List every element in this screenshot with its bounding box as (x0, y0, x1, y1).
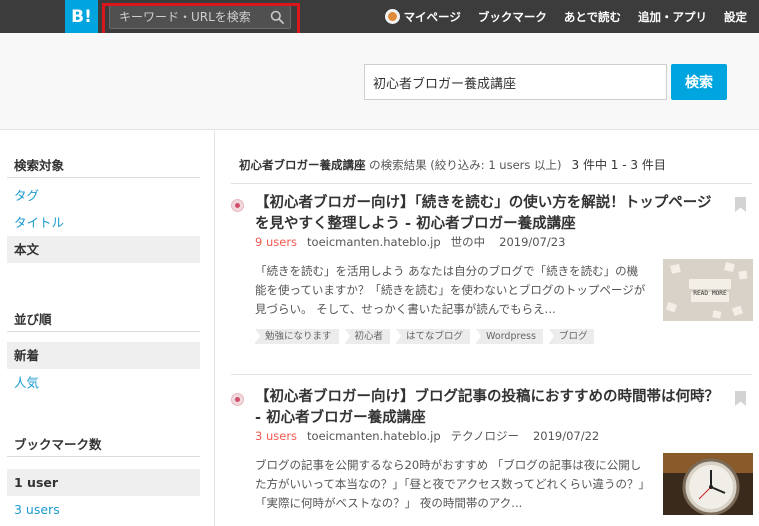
filter-target-title-option[interactable]: タイトル (7, 209, 200, 236)
result-summary: 初心者ブロガー養成講座 の検索結果 (絞り込み: 1 users 以上) 3 件中… (239, 156, 666, 173)
bookmark-count-section: ブックマーク数 1 user 3 users (7, 433, 200, 523)
sidebar: 検索対象 タグ タイトル 本文 並び順 新着 人気 ブックマーク数 1 user… (0, 131, 215, 526)
entry-date: 2019/07/23 (499, 235, 566, 249)
entry-tag[interactable]: Wordpress (476, 329, 543, 344)
site-favicon-icon (231, 199, 244, 212)
entry-date: 2019/07/22 (532, 429, 600, 443)
bookmark-count-3-users[interactable]: 3 users (7, 496, 200, 523)
entry-category-link[interactable]: テクノロジー (451, 429, 519, 443)
filter-target-body[interactable]: 本文 (7, 236, 200, 263)
bookmark-ribbon-icon[interactable] (735, 391, 746, 406)
hatena-bookmark-logo[interactable]: B! (65, 0, 98, 33)
entry-category-link[interactable]: 世の中 (451, 235, 486, 249)
entry-domain-link[interactable]: toeicmanten.hateblo.jp (307, 429, 441, 443)
nav-bookmark[interactable]: ブックマーク (478, 9, 547, 25)
nav-add-app[interactable]: 追加・アプリ (638, 9, 707, 25)
bookmark-count-title: ブックマーク数 (7, 433, 200, 457)
entry-tags: 勉強になります 初心者 はてなブログ Wordpress ブログ (255, 329, 595, 344)
user-avatar-icon (384, 9, 400, 24)
search-button[interactable]: 検索 (671, 64, 727, 100)
result-entry: 【初心者ブロガー向け】ブログ記事の投稿におすすめの時間帯は何時？ - 初心者ブロ… (231, 387, 753, 526)
keyword-search-box (109, 5, 291, 29)
nav-settings[interactable]: 設定 (724, 9, 747, 25)
filter-target-tag[interactable]: タグ (7, 182, 200, 209)
entry-thumbnail[interactable] (663, 453, 753, 515)
keyword-search-input[interactable] (110, 6, 260, 28)
top-bar: B! マイページ ブックマーク あとで読む 追加・アプリ 設定 (0, 0, 759, 33)
entry-title-link[interactable]: 【初心者ブロガー向け】「続きを読む」の使い方を解説！トップページを見やすく整理し… (255, 193, 725, 235)
result-count: 3 件中 1 - 3 件目 (571, 158, 666, 172)
filter-target-title: 検索対象 (7, 154, 200, 178)
entry-tag[interactable]: 初心者 (344, 329, 391, 344)
entry-users-link[interactable]: 9 users (255, 235, 297, 249)
entry-meta: 3 users toeicmanten.hateblo.jp テクノロジー 2019/… (255, 428, 599, 444)
site-favicon-icon (231, 393, 244, 406)
entry-title-link[interactable]: 【初心者ブロガー向け】ブログ記事の投稿におすすめの時間帯は何時？ - 初心者ブロ… (255, 387, 725, 429)
entry-tag[interactable]: はてなブログ (396, 329, 471, 344)
divider (231, 183, 752, 184)
result-suffix: の検索結果 (絞り込み: 1 users 以上) (365, 158, 562, 172)
sort-newest[interactable]: 新着 (7, 342, 200, 369)
divider (231, 374, 752, 375)
search-icon[interactable] (270, 10, 284, 24)
entry-tag[interactable]: ブログ (548, 329, 595, 344)
thumb-read-more-text: READ MORE (693, 290, 727, 297)
entry-domain-link[interactable]: toeicmanten.hateblo.jp (307, 235, 441, 249)
sort-section: 並び順 新着 人気 (7, 308, 200, 396)
entry-description: ブログの記事を公開するなら20時がおすすめ 「ブログの記事は夜に公開した方がいい… (255, 458, 645, 510)
filter-target-section: 検索対象 タグ タイトル 本文 (7, 154, 200, 263)
nav-read-later[interactable]: あとで読む (564, 9, 621, 25)
nav-mypage[interactable]: マイページ (384, 9, 461, 25)
bookmark-ribbon-icon[interactable] (735, 197, 746, 212)
results-panel: 初心者ブロガー養成講座 の検索結果 (絞り込み: 1 users 以上) 3 件中… (215, 131, 759, 526)
search-header: 検索 (0, 33, 759, 130)
sort-title: 並び順 (7, 308, 200, 332)
result-entry: 【初心者ブロガー向け】「続きを読む」の使い方を解説！トップページを見やすく整理し… (231, 193, 753, 373)
entry-meta: 9 users toeicmanten.hateblo.jp 世の中 2019/07/… (255, 234, 565, 250)
nav-mypage-label: マイページ (403, 9, 461, 24)
bookmark-count-1-user[interactable]: 1 user (7, 469, 200, 496)
main-search-input[interactable] (364, 64, 667, 100)
top-nav: マイページ ブックマーク あとで読む 追加・アプリ 設定 (384, 0, 747, 33)
entry-description: 「続きを読む」を活用しよう あなたは自分のブログで「続きを読む」の機能を使ってい… (255, 264, 646, 316)
sort-popular[interactable]: 人気 (7, 369, 200, 396)
entry-users-link[interactable]: 3 users (255, 429, 297, 443)
entry-tag[interactable]: 勉強になります (255, 329, 339, 344)
entry-thumbnail[interactable]: READ MORE (663, 259, 753, 321)
result-keyword: 初心者ブロガー養成講座 (239, 158, 366, 172)
